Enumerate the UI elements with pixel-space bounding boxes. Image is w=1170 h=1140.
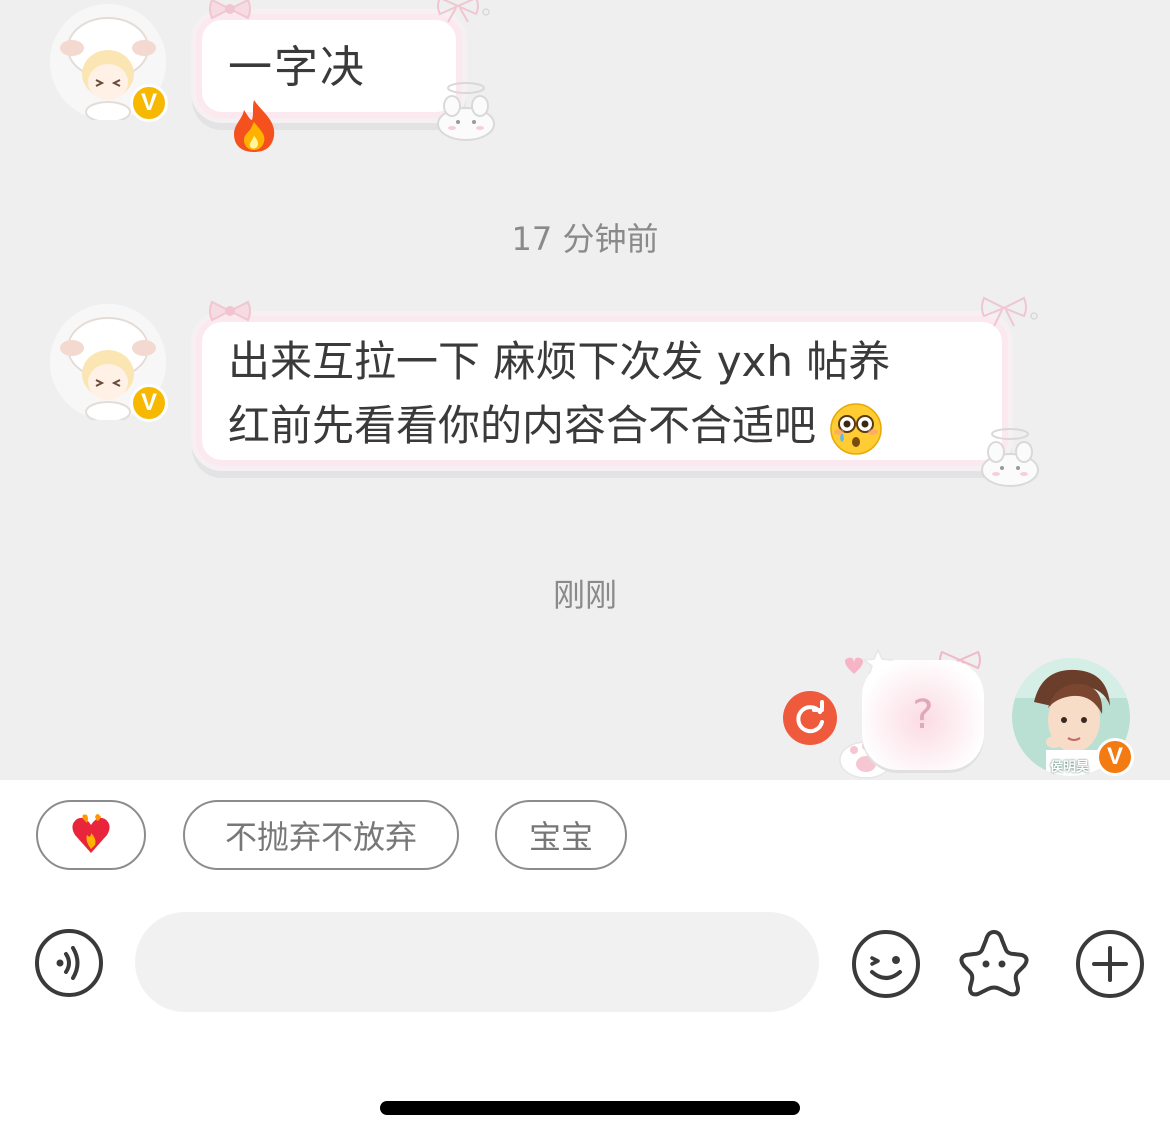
quick-reply-bar: 不抛弃不放弃 宝宝 xyxy=(0,780,1170,880)
verified-badge-icon: V xyxy=(130,384,168,422)
message-text: ? xyxy=(912,692,934,738)
angel-bunny-decoration-icon xyxy=(981,428,1039,487)
star-sticker-icon[interactable] xyxy=(956,926,1032,1000)
emoji-icon[interactable] xyxy=(850,928,922,1000)
fire-emoji-icon xyxy=(234,100,275,152)
sender-avatar[interactable]: V xyxy=(50,304,168,422)
message-text-line: 出来互拉一下 麻烦下次发 yxh 帖养 xyxy=(228,337,891,386)
message-timestamp: 刚刚 xyxy=(552,576,617,614)
quick-reply-chip[interactable]: 不抛弃不放弃 xyxy=(183,800,459,870)
burning-heart-icon xyxy=(72,814,110,853)
quick-reply-chip[interactable]: 宝宝 xyxy=(495,800,627,870)
bow-decoration-icon xyxy=(209,300,251,322)
flushed-face-emoji-icon xyxy=(830,402,883,455)
message-text-line: 红前先看看你的内容合不合适吧 xyxy=(228,401,817,450)
home-indicator[interactable] xyxy=(380,1101,800,1115)
sender-avatar[interactable]: V xyxy=(50,4,168,122)
bow-decoration-icon xyxy=(981,296,1038,327)
message-bubble[interactable]: 一字决 xyxy=(196,0,495,152)
bow-decoration-icon xyxy=(209,0,251,20)
verified-badge-icon: V xyxy=(130,84,168,122)
angel-bunny-decoration-icon xyxy=(437,82,495,141)
message-timestamp: 17 分钟前 xyxy=(511,220,659,258)
message-bubble[interactable]: 出来互拉一下 麻烦下次发 yxh 帖养 红前先看看你的内容合不合适吧 xyxy=(196,296,1039,487)
resend-icon[interactable] xyxy=(782,690,838,746)
self-avatar[interactable]: 侯明昊 V xyxy=(1012,658,1134,776)
chat-area: V 一字决 17 分钟前 V 出来互拉一下 麻烦下次发 yxh 帖养 红前先看看… xyxy=(0,0,1170,780)
plus-icon[interactable] xyxy=(1074,928,1146,1000)
verified-badge-icon: V xyxy=(1096,738,1134,776)
voice-icon[interactable] xyxy=(34,928,104,998)
message-input[interactable] xyxy=(135,912,819,1012)
message-input-bar xyxy=(0,900,1170,1020)
heart-icon xyxy=(845,657,863,674)
message-text: 一字决 xyxy=(228,42,366,93)
avatar-name-tag: 侯明昊 xyxy=(1050,760,1090,775)
quick-reply-chip[interactable] xyxy=(36,800,146,870)
bow-decoration-icon xyxy=(437,0,490,23)
self-message-bubble[interactable]: ? xyxy=(862,660,984,770)
